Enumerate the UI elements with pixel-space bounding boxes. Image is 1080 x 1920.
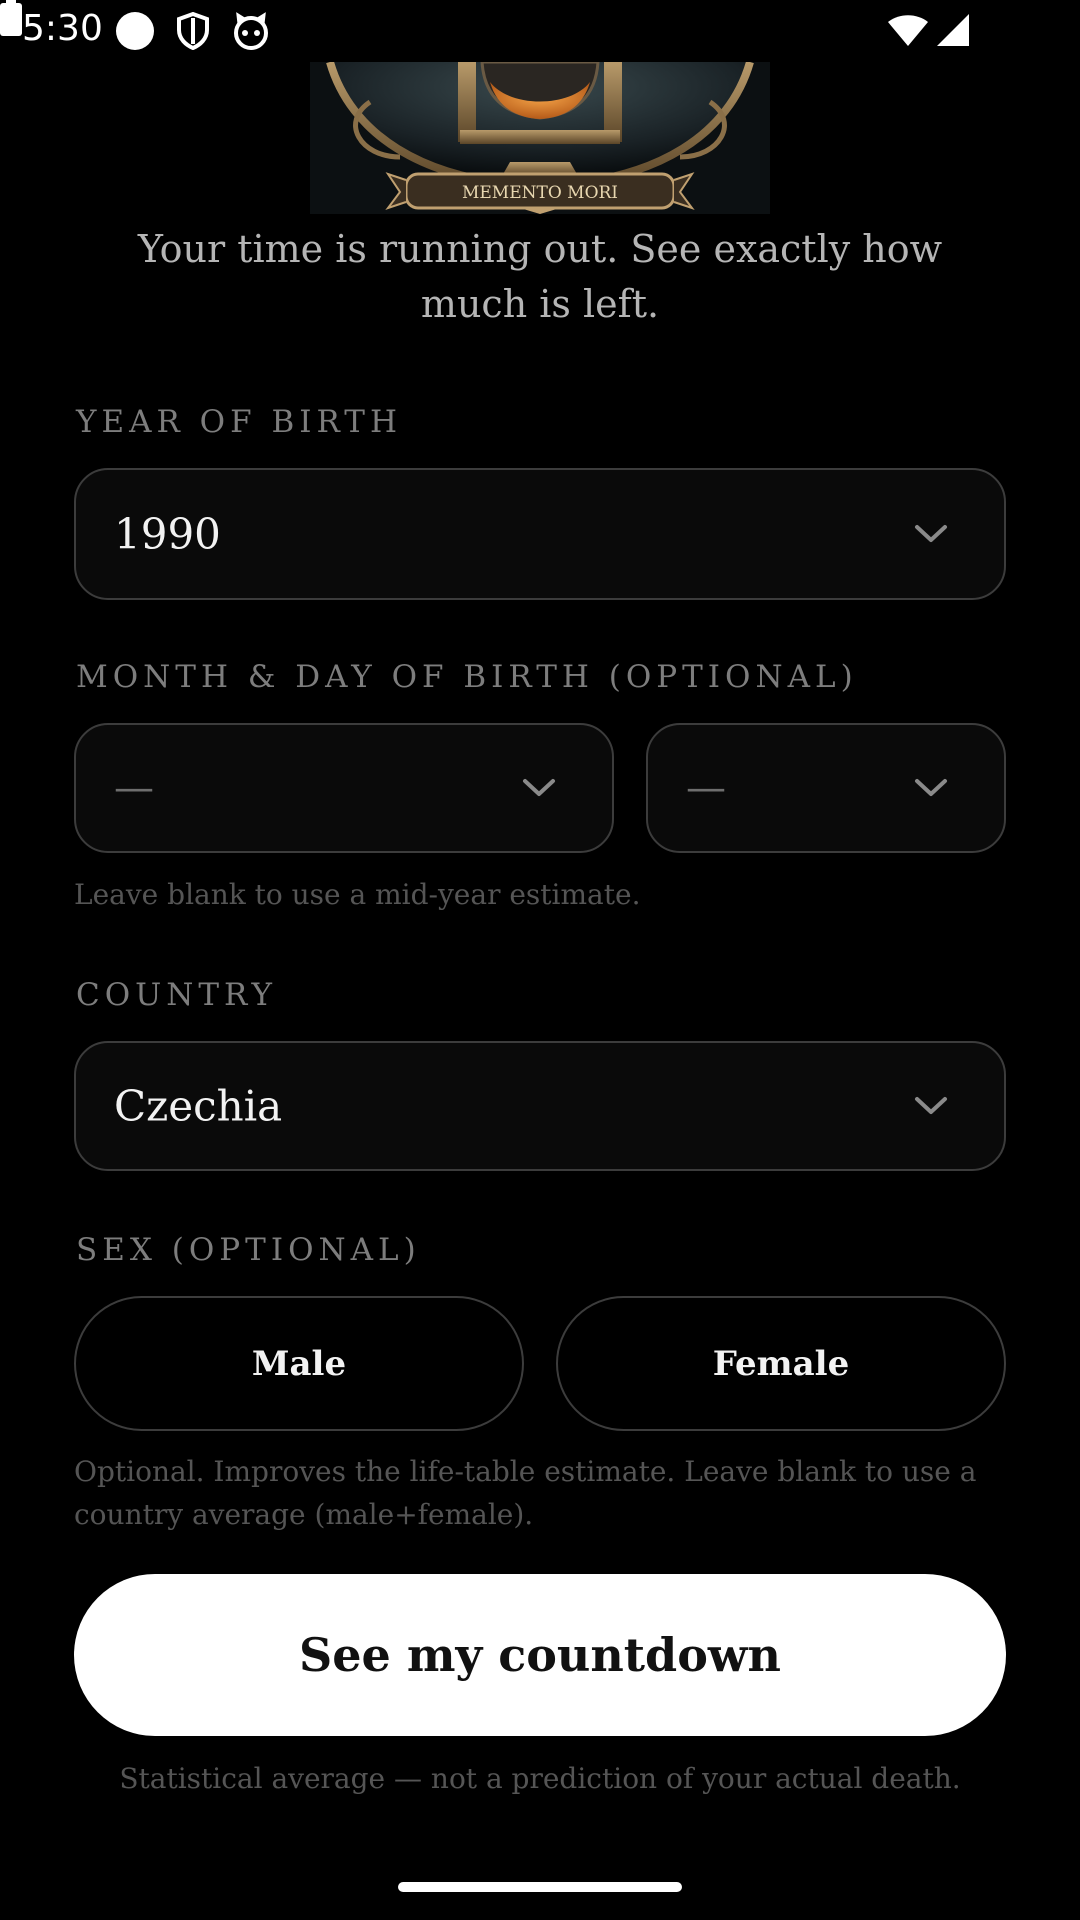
month-day-hint: Leave blank to use a mid-year estimate. bbox=[74, 878, 641, 911]
wifi-icon bbox=[888, 15, 928, 46]
month-placeholder: — bbox=[114, 765, 154, 811]
sex-female-button[interactable]: Female bbox=[556, 1296, 1006, 1431]
disclaimer: Statistical average — not a prediction o… bbox=[119, 1762, 961, 1795]
sex-hint-line-1: Optional. Improves the life-table estima… bbox=[74, 1455, 977, 1488]
sex-hint-line-2: country average (male+female). bbox=[74, 1498, 534, 1531]
tagline: Your time is running out. See exactly ho… bbox=[137, 227, 943, 326]
year-of-birth-select[interactable]: 1990 bbox=[74, 468, 1006, 600]
day-placeholder: — bbox=[686, 765, 726, 811]
home-indicator[interactable] bbox=[398, 1882, 682, 1892]
cat-icon bbox=[234, 12, 268, 50]
month-select[interactable]: — bbox=[74, 723, 614, 853]
chevron-down-icon bbox=[915, 525, 947, 542]
day-select[interactable]: — bbox=[646, 723, 1006, 853]
chevron-down-icon bbox=[523, 779, 555, 796]
hero-illustration: MEMENTO MORI bbox=[310, 62, 770, 214]
hero-banner-text: MEMENTO MORI bbox=[462, 183, 618, 203]
country-value: Czechia bbox=[114, 1081, 283, 1131]
country-select[interactable]: Czechia bbox=[74, 1041, 1006, 1171]
battery-icon bbox=[0, 0, 22, 36]
see-countdown-button[interactable]: See my countdown bbox=[74, 1574, 1006, 1736]
notification-dot-icon bbox=[116, 12, 154, 50]
sex-male-button[interactable]: Male bbox=[74, 1296, 524, 1431]
signal-icon bbox=[937, 14, 969, 46]
year-of-birth-label: YEAR OF BIRTH bbox=[76, 404, 402, 440]
month-day-label: MONTH & DAY OF BIRTH (OPTIONAL) bbox=[76, 659, 858, 695]
chevron-down-icon bbox=[915, 779, 947, 796]
shield-icon bbox=[177, 12, 209, 50]
sex-label: SEX (OPTIONAL) bbox=[76, 1232, 421, 1268]
chevron-down-icon bbox=[915, 1097, 947, 1114]
year-of-birth-value: 1990 bbox=[114, 509, 221, 559]
sex-hint: Optional. Improves the life-table estima… bbox=[74, 1450, 976, 1536]
status-bar: 5:30 bbox=[0, 0, 1080, 62]
hourglass-illustration: MEMENTO MORI bbox=[310, 62, 770, 214]
country-label: COUNTRY bbox=[76, 977, 277, 1013]
status-time: 5:30 bbox=[22, 8, 103, 49]
screen: 5:30 MEMENTO MORI Your time is running o… bbox=[0, 0, 1080, 1920]
